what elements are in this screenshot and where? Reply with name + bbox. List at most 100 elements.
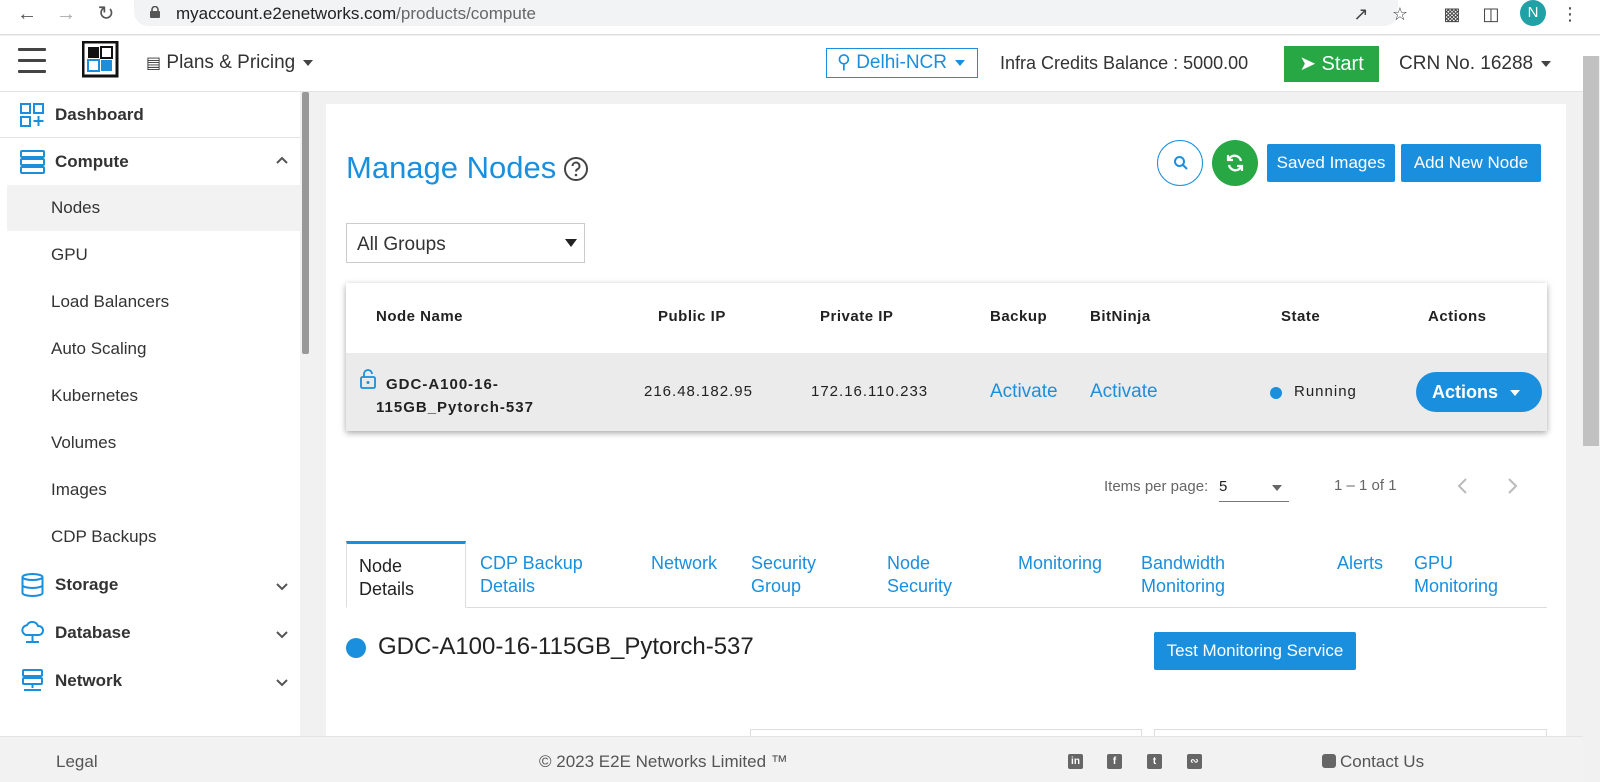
twitter-icon[interactable]: t: [1147, 754, 1162, 769]
search-icon: [1174, 156, 1188, 170]
node-detail-title: GDC-A100-16-115GB_Pytorch-537: [378, 633, 754, 660]
tab-cdp-backup-details[interactable]: CDP Backup Details: [480, 552, 583, 598]
sidebar-item-gpu[interactable]: GPU: [7, 232, 300, 278]
extensions-icon[interactable]: ▩: [1440, 2, 1464, 26]
sidebar-item-compute[interactable]: Compute: [0, 139, 300, 185]
tab-alerts[interactable]: Alerts: [1337, 552, 1383, 575]
actions-dropdown-button[interactable]: Actions: [1416, 372, 1542, 412]
chevron-down-icon[interactable]: [275, 628, 289, 642]
sidebar-item-kubernetes[interactable]: Kubernetes: [7, 373, 300, 419]
refresh-icon: [1226, 154, 1244, 172]
dropdown-arrow-icon: [1272, 485, 1282, 491]
tab-node-security[interactable]: Node Security: [887, 552, 952, 598]
e2e-logo[interactable]: [82, 41, 122, 83]
bitninja-activate-link[interactable]: Activate: [1090, 381, 1158, 403]
lock-icon: [150, 6, 160, 18]
previous-page-icon[interactable]: [1453, 474, 1473, 498]
cloud-database-icon: [21, 621, 45, 643]
running-status-dot: [1270, 387, 1282, 399]
items-per-page-select[interactable]: 5: [1219, 476, 1289, 502]
dropdown-arrow-icon: [565, 239, 577, 247]
column-header-backup: Backup: [990, 308, 1048, 325]
backup-activate-link[interactable]: Activate: [990, 381, 1058, 403]
public-ip-cell: 216.48.182.95: [644, 383, 753, 400]
table-row[interactable]: GDC-A100-16- 115GB_Pytorch-537 216.48.18…: [346, 353, 1547, 431]
help-circle-icon[interactable]: [563, 156, 589, 182]
sidebar-item-network[interactable]: Network: [0, 658, 300, 704]
page-footer: Legal © 2023 E2E Networks Limited ™ in f…: [0, 736, 1600, 782]
node-name-cell[interactable]: GDC-A100-16- 115GB_Pytorch-537: [376, 373, 534, 419]
chevron-up-icon[interactable]: [275, 153, 289, 167]
reload-icon[interactable]: ↻: [94, 2, 118, 26]
rss-icon[interactable]: ∾: [1187, 754, 1202, 769]
pagination-range: 1 – 1 of 1: [1334, 477, 1397, 494]
linkedin-icon[interactable]: in: [1068, 754, 1083, 769]
nodes-table: Node Name Public IP Private IP Backup Bi…: [346, 283, 1547, 431]
credits-balance: Infra Credits Balance : 5000.00: [1000, 53, 1249, 73]
app-header: ▤ Plans & Pricing ⚲ Delhi-NCR Infra Cred…: [0, 36, 1600, 92]
column-header-actions: Actions: [1428, 308, 1487, 325]
refresh-button[interactable]: [1212, 140, 1258, 186]
phone-icon: [1322, 754, 1336, 768]
chevron-down-icon[interactable]: [275, 676, 289, 690]
sidebar-item-volumes[interactable]: Volumes: [7, 420, 300, 466]
facebook-icon[interactable]: f: [1107, 754, 1122, 769]
page-scrollbar-thumb[interactable]: [1583, 56, 1599, 446]
legal-link[interactable]: Legal: [56, 752, 98, 772]
column-header-public-ip: Public IP: [658, 308, 726, 325]
sidebar-scrollbar[interactable]: [302, 92, 309, 354]
items-per-page-label: Items per page:: [1104, 478, 1209, 495]
sidebar-item-storage[interactable]: Storage: [0, 562, 300, 608]
tab-gpu-monitoring[interactable]: GPU Monitoring: [1414, 552, 1498, 598]
table-header: Node Name Public IP Private IP Backup Bi…: [346, 283, 1547, 353]
add-new-node-button[interactable]: Add New Node: [1401, 144, 1541, 182]
tab-node-details[interactable]: Node Details: [346, 541, 466, 608]
sidebar: Dashboard Compute Nodes GPU Load Balance…: [0, 92, 300, 736]
url-text: myaccount.e2enetworks.com/products/compu…: [176, 4, 537, 23]
sidebar-item-nodes[interactable]: Nodes: [7, 185, 300, 231]
sidebar-item-auto-scaling[interactable]: Auto Scaling: [7, 326, 300, 372]
paper-plane-icon: ➤: [1299, 53, 1316, 75]
back-arrow-icon[interactable]: ←: [15, 2, 39, 26]
saved-images-button[interactable]: Saved Images: [1267, 144, 1395, 182]
sidebar-item-cdp-backups[interactable]: CDP Backups: [7, 514, 300, 560]
tab-monitoring[interactable]: Monitoring: [1018, 552, 1102, 575]
search-button[interactable]: [1157, 140, 1203, 186]
star-icon[interactable]: ☆: [1388, 2, 1412, 26]
location-pin-icon: ⚲: [837, 52, 851, 73]
sidebar-item-images[interactable]: Images: [7, 467, 300, 513]
more-menu-icon[interactable]: ⋮: [1558, 2, 1582, 26]
region-selector[interactable]: ⚲ Delhi-NCR: [826, 48, 978, 78]
page-title: Manage Nodes: [346, 150, 557, 185]
plans-pricing-dropdown[interactable]: ▤ Plans & Pricing: [146, 52, 314, 74]
test-monitoring-service-button[interactable]: Test Monitoring Service: [1154, 632, 1356, 670]
browser-toolbar: ← → ↻ myaccount.e2enetworks.com/products…: [0, 0, 1600, 35]
share-icon[interactable]: ↗: [1349, 2, 1373, 26]
contact-us-link[interactable]: Contact Us: [1322, 752, 1424, 772]
tabs-divider: [346, 607, 1547, 608]
profile-avatar[interactable]: N: [1520, 0, 1546, 26]
tab-security-group[interactable]: Security Group: [751, 552, 816, 598]
tab-bandwidth-monitoring[interactable]: Bandwidth Monitoring: [1141, 552, 1225, 598]
tab-network[interactable]: Network: [651, 552, 717, 575]
dashboard-icon: [20, 103, 44, 127]
sidebar-item-dashboard[interactable]: Dashboard: [0, 92, 300, 138]
start-button[interactable]: ➤ Start: [1284, 46, 1379, 82]
address-bar[interactable]: myaccount.e2enetworks.com/products/compu…: [134, 0, 1398, 26]
column-header-private-ip: Private IP: [820, 308, 894, 325]
node-status-dot: [346, 638, 366, 658]
copyright-text: © 2023 E2E Networks Limited ™: [539, 752, 788, 771]
network-icon: [22, 669, 43, 691]
group-filter-select[interactable]: All Groups: [346, 223, 585, 263]
forward-arrow-icon[interactable]: →: [54, 2, 78, 26]
side-panel-icon[interactable]: ◫: [1479, 2, 1503, 26]
hamburger-menu-icon[interactable]: [18, 48, 46, 74]
sidebar-item-load-balancers[interactable]: Load Balancers: [7, 279, 300, 325]
chevron-down-icon[interactable]: [275, 580, 289, 594]
unlock-icon[interactable]: [360, 369, 376, 389]
next-page-icon[interactable]: [1502, 474, 1522, 498]
crn-dropdown[interactable]: CRN No. 16288: [1399, 53, 1552, 75]
private-ip-cell: 172.16.110.233: [811, 383, 929, 400]
sidebar-item-database[interactable]: Database: [0, 610, 300, 656]
list-icon: ▤: [146, 55, 162, 72]
